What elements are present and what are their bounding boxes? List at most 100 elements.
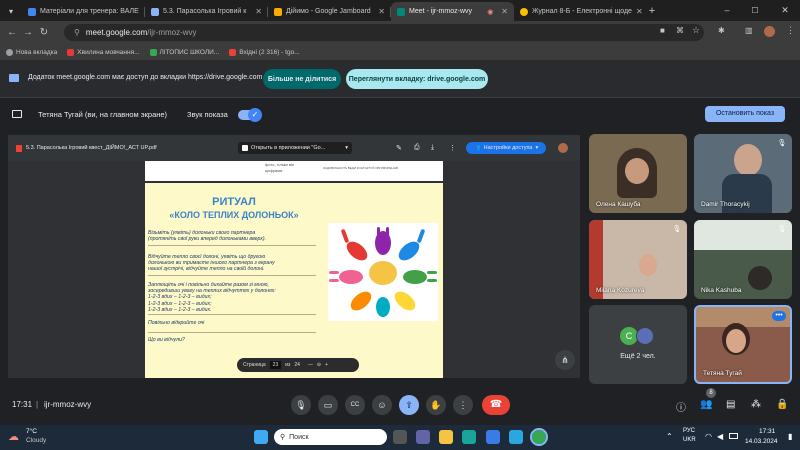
microsoft-store-icon[interactable]	[486, 430, 500, 444]
participant-tile[interactable]: Олена Кашуба	[589, 134, 687, 213]
reload-icon[interactable]: ↻	[36, 27, 52, 38]
emoji-button[interactable]: ☺	[372, 395, 392, 415]
language-2[interactable]: UKR	[683, 437, 696, 443]
edge-icon[interactable]	[462, 430, 476, 444]
more-options-icon[interactable]: ⋮	[449, 144, 456, 152]
menu-icon[interactable]: ⋮	[786, 25, 795, 36]
browser-tab[interactable]: Матеріали для тренера: ВАЛЕ ✕	[22, 2, 145, 21]
bookmark-item[interactable]: Вхідні (2 316) - tgo...	[229, 48, 300, 56]
activities-icon[interactable]: ⁂	[751, 399, 761, 410]
windows-start-icon[interactable]	[254, 430, 268, 444]
participant-tile-self[interactable]: ••• Тетяна Тугай	[694, 305, 792, 384]
meet-icon	[397, 7, 405, 16]
participant-tile[interactable]: 🎙 Damir Thoracykij	[694, 134, 792, 213]
zoom-in-icon[interactable]: +	[325, 362, 328, 368]
sound-label: Звук показа	[187, 110, 228, 119]
site-info-icon[interactable]: ⚲	[74, 28, 80, 37]
bookmark-item[interactable]: Хвилина мовчання...	[67, 48, 140, 56]
tab-search-button[interactable]: ▾	[0, 2, 22, 21]
browser-tab[interactable]: 5.3. Парасолька Ігровий к ✕	[145, 2, 268, 21]
ritual-title: РИТУАЛ	[212, 196, 256, 208]
more-options-icon[interactable]: •••	[772, 311, 786, 321]
chrome-icon[interactable]	[530, 428, 548, 446]
side-panel-icon[interactable]: ▥	[745, 26, 753, 35]
more-participants-tile[interactable]: C Ещё 2 чел.	[589, 305, 687, 384]
profile-avatar[interactable]	[764, 26, 775, 37]
taskbar-search-input[interactable]: ⚲ Поиск	[274, 429, 387, 445]
end-call-button[interactable]: ☎	[482, 395, 510, 415]
ritual-subtitle: «КОЛО ТЕПЛИХ ДОЛОНЬОК»	[169, 210, 299, 220]
participant-name: Олена Кашуба	[596, 201, 641, 208]
access-settings-button[interactable]: 👥 Настройки доступа ▾	[466, 142, 546, 154]
info-icon[interactable]: ⓘ	[676, 399, 686, 414]
present-button[interactable]: ⇪	[399, 395, 419, 415]
download-icon[interactable]: ⤓	[431, 144, 434, 152]
wifi-icon[interactable]: ◠	[705, 432, 712, 441]
more-options-button[interactable]: ⋮	[453, 395, 473, 415]
zoom-out-icon[interactable]: —	[308, 362, 313, 368]
back-icon[interactable]: ←	[4, 27, 20, 38]
print-icon[interactable]: ⎙	[414, 144, 420, 152]
forward-icon[interactable]: →	[20, 27, 36, 38]
volume-icon[interactable]: ◀	[717, 432, 723, 441]
page-number-input[interactable]: 23	[269, 361, 282, 369]
maximize-button[interactable]: ☐	[741, 0, 769, 21]
participant-tile[interactable]: 🎙 Nika Kashuba	[694, 220, 792, 299]
close-icon[interactable]: ✕	[374, 7, 385, 16]
open-in-app-button[interactable]: Открыть в приложении "Go... ▾	[238, 142, 352, 154]
bookmark-star-icon[interactable]: ☆	[692, 25, 700, 36]
participant-tile[interactable]: 🎙 Milana Kozureva	[589, 220, 687, 299]
browser-tab-active[interactable]: Meet - ijr-mmoz-wvy ◉ ✕	[391, 2, 514, 21]
clock-time[interactable]: 17:31	[759, 428, 775, 435]
battery-icon[interactable]	[729, 433, 738, 439]
view-tab-button[interactable]: Переглянути вкладку: drive.google.com	[346, 69, 488, 89]
paragraph-3: Заплющіть очі і повільно дихайте разом з…	[148, 282, 276, 313]
gmail-icon	[229, 48, 237, 56]
notifications-icon[interactable]: ▮	[788, 432, 792, 441]
task-view-icon[interactable]	[393, 430, 407, 444]
bookmark-item[interactable]: ЛІТОПИС ШКОЛИ...	[149, 48, 219, 56]
language-1[interactable]: РУС	[683, 428, 695, 434]
browser-tab[interactable]: Дійимо - Google Jamboard ✕	[268, 2, 391, 21]
youtube-icon	[67, 48, 75, 56]
close-window-button[interactable]: ✕	[770, 0, 800, 21]
participant-count-badge: 8	[706, 388, 716, 398]
captions-button[interactable]: CC	[345, 395, 365, 415]
close-icon[interactable]: ✕	[251, 7, 262, 16]
sharing-message: Додаток meet.google.com має доступ до вк…	[28, 74, 263, 81]
participant-name: Nika Kashuba	[701, 287, 742, 294]
camera-icon[interactable]: ■	[660, 26, 665, 35]
stop-sharing-button[interactable]: Більше не ділитися	[263, 69, 341, 89]
participant-video	[734, 144, 762, 176]
teams-icon[interactable]	[416, 430, 430, 444]
new-tab-button[interactable]: +	[644, 2, 660, 21]
mic-button[interactable]: 🎙	[291, 395, 311, 415]
raise-hand-button[interactable]: ✋	[426, 395, 446, 415]
add-comment-icon[interactable]: ✎	[396, 144, 402, 152]
clock-date[interactable]: 14.03.2024	[745, 438, 778, 445]
file-explorer-icon[interactable]	[439, 430, 453, 444]
url-input[interactable]: ⚲ meet.google.com/ijr-mmoz-wvy	[64, 24, 704, 41]
extensions-icon[interactable]: ✱	[718, 26, 725, 35]
telegram-icon[interactable]	[509, 430, 523, 444]
host-controls-icon[interactable]: 🔒	[776, 399, 788, 410]
pdf-file-icon	[16, 144, 22, 152]
paragraph-5: Що ви відчули?	[148, 337, 185, 343]
bookmark-item[interactable]: Нова вкладка	[6, 48, 57, 56]
stop-presenting-button[interactable]: Остановить показ	[705, 106, 785, 122]
paragraph-1: Візьміть (уявіть) долоньки свого партнер…	[148, 230, 267, 243]
pdf-filename: 5.3. Парасолька Ігровий квест_ДІЙМО!_АСТ…	[26, 145, 157, 151]
close-icon[interactable]: ✕	[497, 7, 508, 16]
translate-icon[interactable]: ⌘	[676, 26, 684, 35]
jamboard-icon	[274, 7, 282, 16]
sound-toggle[interactable]: ✓	[238, 108, 262, 122]
share-icon[interactable]: ⋔	[555, 350, 575, 370]
browser-tab[interactable]: Журнал 8-Б - Електронні щоде ✕	[514, 2, 644, 21]
close-icon[interactable]: ✕	[632, 7, 643, 16]
chat-icon[interactable]: ▤	[726, 399, 735, 410]
chevron-up-icon[interactable]: ⌃	[666, 432, 673, 441]
people-icon[interactable]: 👥	[700, 399, 712, 410]
camera-button[interactable]: ▭	[318, 395, 338, 415]
minimize-button[interactable]: –	[713, 0, 741, 21]
url-path: /ijr-mmoz-wvy	[147, 28, 197, 37]
